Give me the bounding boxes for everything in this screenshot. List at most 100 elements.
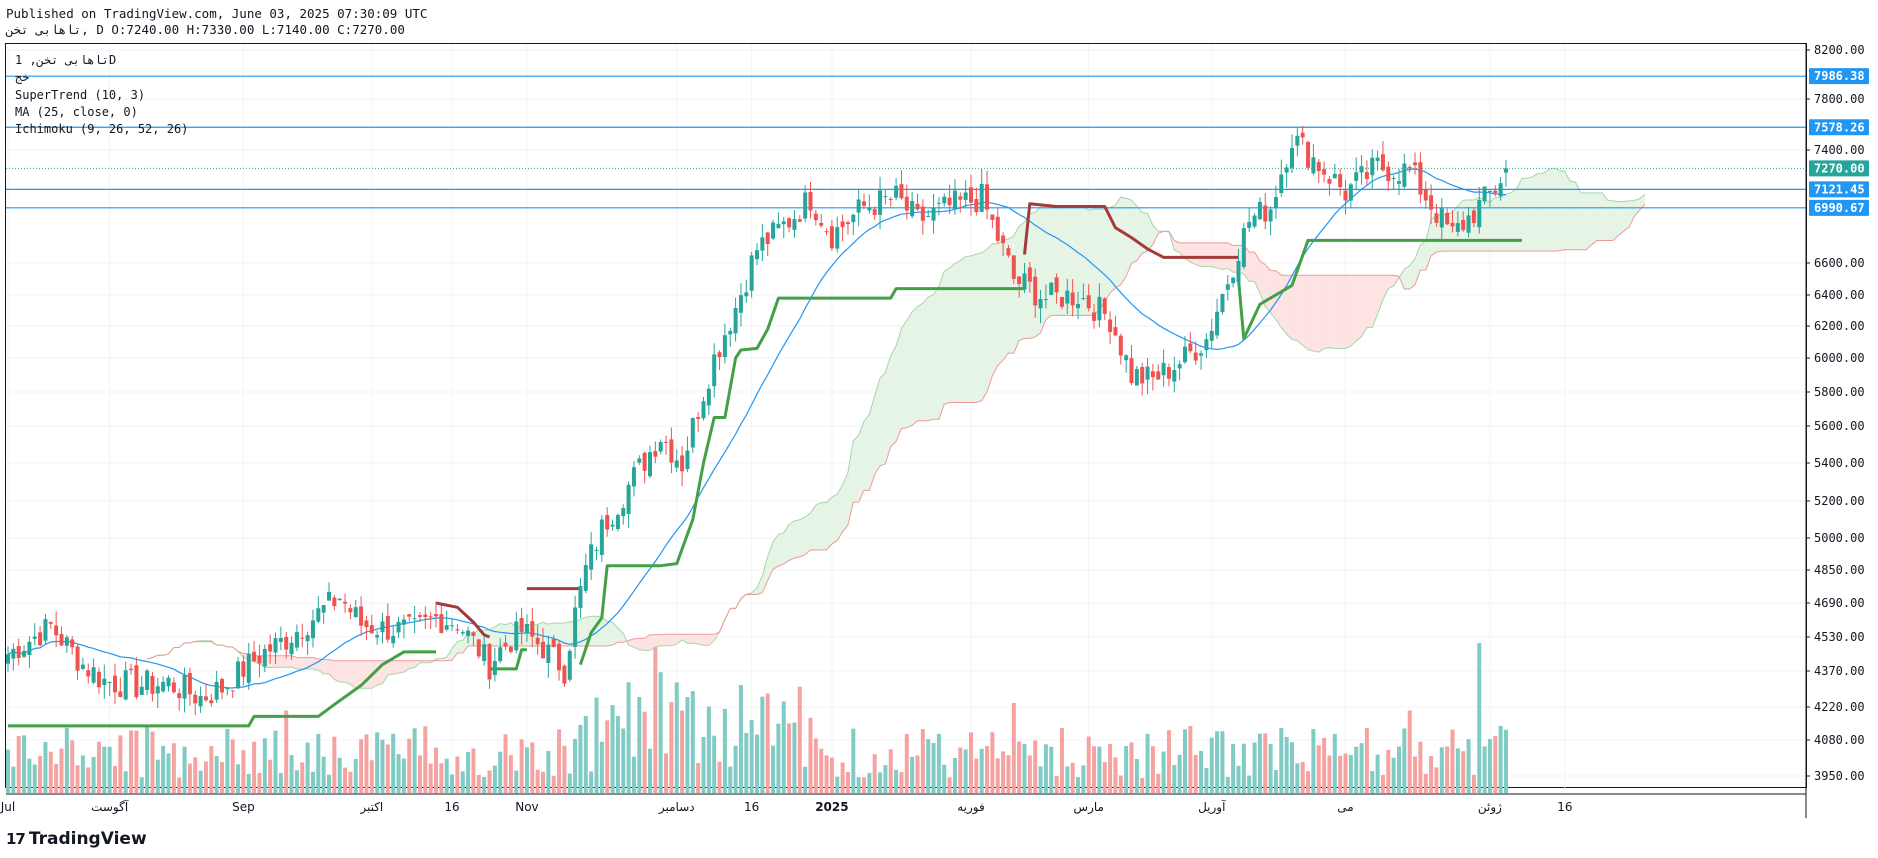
candle [145,668,150,696]
candle-body [1076,303,1080,309]
candle-body [990,214,995,220]
candle-body [166,677,171,687]
candle-body [936,202,941,204]
volume-bar [557,729,562,793]
volume-bar [808,717,813,793]
cloud-segment [976,252,982,403]
candle-body [482,644,487,662]
candle [653,441,658,464]
candle-body [80,664,85,669]
volume-bar [123,771,128,793]
volume-bar [1038,766,1043,793]
volume-bar [187,763,192,793]
cloud-segment [639,638,645,651]
candle [1134,365,1139,386]
volume-bar [835,776,840,793]
candle-body [359,606,364,626]
candle-body [1001,235,1006,244]
price-chart[interactable]: 3950.00 4080.00 4220.00 4370.00 4530.00 4690.… [0,0,1878,858]
volume-bar [803,766,808,793]
candle-body [187,672,192,695]
candle [1279,159,1284,197]
candle [59,626,64,647]
candle [931,193,936,234]
cloud-segment [928,294,934,421]
volume-bar [1001,751,1006,793]
candle-body [728,330,733,335]
candle-body [856,199,861,213]
volume-bar [59,748,64,793]
x-tick-label: ژوئن [1478,800,1502,815]
candle-body [1006,248,1011,256]
candle [102,664,107,699]
volume-bar [1359,743,1364,793]
cloud-segment [1500,194,1506,252]
candle [685,436,690,472]
volume-bar [599,741,604,793]
volume-bar [54,763,59,793]
volume-bar [952,758,957,793]
candle [1477,187,1482,234]
volume-bar [337,757,342,793]
candle [1311,144,1316,176]
volume-bar [594,697,599,793]
candle-body [214,681,219,700]
candle-body [594,549,599,551]
candle-body [1306,142,1311,168]
candle-body [658,442,663,452]
cloud-segment [1115,197,1121,288]
price-label: 7986.38 [1814,69,1865,83]
volume-bar [198,770,203,793]
candle [396,616,401,639]
candle [369,614,374,634]
candle-body [1471,210,1476,224]
candle [1338,168,1343,196]
volume-bar [1316,745,1321,793]
candle-body [1455,223,1460,232]
candle-body [605,514,610,530]
candle-body [1054,277,1059,293]
candle-body [1225,284,1230,290]
candle [573,595,578,659]
candle-body [1273,197,1278,209]
candle-body [1145,366,1150,380]
candle-body [974,199,979,213]
cloud-segment [500,623,506,646]
candle-body [193,694,198,704]
candle-body [637,458,642,463]
cloud-segment [1538,173,1544,252]
candle [107,681,112,696]
cloud-segment [901,320,907,429]
cloud-segment [345,660,351,685]
volume-bar [380,739,385,793]
candle [712,343,717,398]
cloud-segment [992,243,998,376]
cloud-segment [564,621,570,646]
candle [401,614,406,639]
tradingview-brand[interactable]: 17 TradingView [6,829,147,849]
cloud-segment [1580,192,1587,250]
candle [1252,213,1257,229]
candle-body [963,192,968,200]
candle [38,626,43,647]
candle-body [1461,220,1466,230]
volume-bar [851,728,856,793]
volume-bar [417,755,422,793]
volume-bar [145,725,150,793]
candle-body [589,544,594,570]
volume-bar [289,755,294,793]
candle-body [1231,277,1236,284]
candle-body [460,632,465,634]
cloud-segment [1489,197,1496,252]
candle [359,596,364,636]
candle [1204,333,1209,359]
volume-bar [1306,771,1311,793]
cloud-segment [1506,192,1512,252]
volume-bar [1166,730,1171,793]
cloud-segment [981,249,988,401]
candle-body [845,222,850,225]
candle-body [91,667,96,683]
volume-bar [193,757,198,793]
candle-body [1290,147,1294,168]
candle-body [332,597,337,607]
